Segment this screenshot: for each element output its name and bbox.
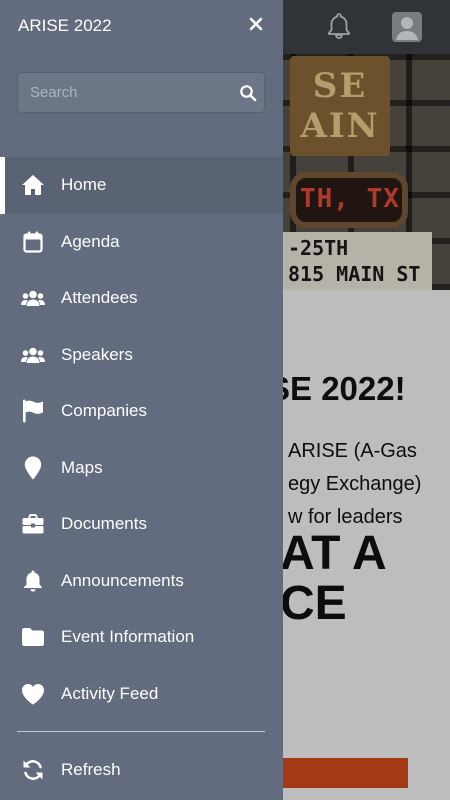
users-icon [21,343,45,367]
map-pin-icon [21,456,45,480]
folder-icon [21,625,45,649]
refresh-button[interactable]: Refresh [0,742,283,797]
navigation-drawer: ARISE 2022 Home Agenda Attendees [0,0,283,800]
nav-item-documents[interactable]: Documents [0,496,283,553]
nav-item-label: Announcements [61,570,184,590]
users-icon [21,286,45,310]
refresh-label: Refresh [61,759,121,779]
search-input[interactable] [30,73,230,112]
drawer-divider [17,731,265,732]
refresh-icon [21,758,45,782]
heart-icon [21,682,45,706]
nav-list: Home Agenda Attendees Speakers Companies [0,157,283,722]
flag-icon [21,399,45,423]
close-icon [249,17,263,36]
briefcase-icon [21,512,45,536]
nav-item-label: Activity Feed [61,683,159,703]
nav-item-label: Event Information [61,627,195,647]
nav-item-home[interactable]: Home [0,157,283,214]
home-icon [21,173,45,197]
nav-item-companies[interactable]: Companies [0,383,283,440]
nav-item-label: Speakers [61,344,133,364]
bell-icon [21,569,45,593]
nav-item-event-information[interactable]: Event Information [0,609,283,666]
search-icon[interactable] [239,84,257,102]
nav-item-label: Home [61,175,107,195]
nav-item-label: Companies [61,401,147,421]
drawer-title: ARISE 2022 [18,16,112,35]
nav-item-announcements[interactable]: Announcements [0,553,283,610]
nav-item-activity-feed[interactable]: Activity Feed [0,666,283,723]
close-drawer-button[interactable] [244,14,268,38]
nav-item-label: Attendees [61,288,138,308]
nav-item-label: Agenda [61,231,120,251]
nav-item-maps[interactable]: Maps [0,440,283,497]
nav-item-attendees[interactable]: Attendees [0,270,283,327]
calendar-icon [21,230,45,254]
nav-item-label: Maps [61,457,103,477]
search-box [17,72,265,113]
nav-item-agenda[interactable]: Agenda [0,214,283,271]
nav-item-speakers[interactable]: Speakers [0,327,283,384]
nav-item-label: Documents [61,514,147,534]
